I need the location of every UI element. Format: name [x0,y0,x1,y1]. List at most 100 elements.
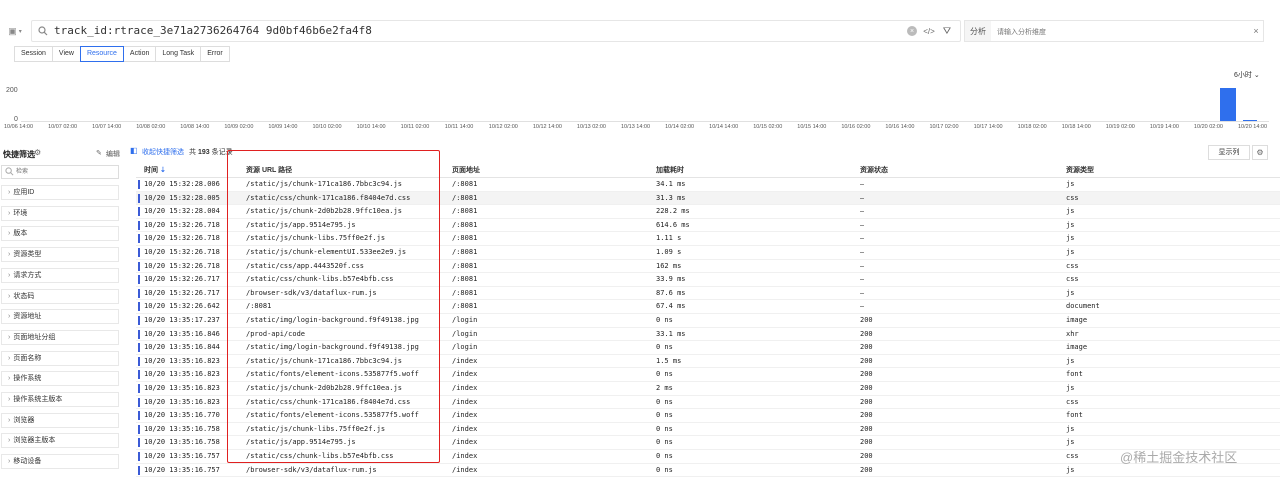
row-status-marker [138,370,140,380]
cell-duration: 0 ns [656,465,673,474]
facet-item[interactable]: › 操作系统主版本 [1,392,119,407]
facet-item[interactable]: › 请求方式 [1,267,119,283]
cell-status: — [860,248,865,256]
edit-button[interactable]: 编辑 [106,149,120,159]
histogram-bar[interactable] [1220,87,1236,121]
column-header-type[interactable]: 资源类型 [1066,164,1094,177]
x-tick-label: 10/14 14:00 [709,124,739,130]
clear-icon[interactable]: × [907,26,917,36]
cell-status: 200 [860,452,873,460]
analysis-clear-icon[interactable]: × [1251,25,1261,37]
tab-error[interactable]: Error [200,46,230,62]
column-header-time[interactable]: 时间 ⇣ [144,164,166,177]
tab-resource[interactable]: Resource [79,46,124,62]
chevron-right-icon: › [8,354,11,362]
facet-item[interactable]: › 环境 [1,205,119,221]
cell-time: 10/20 13:35:16.757 [144,452,220,460]
tab-action[interactable]: Action [122,46,157,62]
cell-status: 200 [860,356,873,365]
cell-page: /:8081 [452,193,478,202]
column-header-status[interactable]: 资源状态 [860,164,888,177]
sort-icon[interactable]: ⇣ [160,167,166,174]
facet-item[interactable]: › 页面地址分组 [1,329,119,345]
tab-session[interactable]: Session [14,46,53,62]
settings-icon[interactable]: ⚙ [1252,145,1268,160]
cell-status: 200 [860,424,873,433]
facet-item[interactable]: › 资源地址 [1,309,119,325]
chevron-right-icon: › [8,396,11,403]
facet-item[interactable]: › 状态码 [1,288,119,304]
histogram-bar[interactable] [1243,119,1257,121]
facet-label: 应用ID [13,189,35,196]
x-tick-label: 10/11 02:00 [400,124,430,130]
facet-item[interactable]: › 应用ID [1,185,119,200]
facet-item[interactable]: › 移动设备 [1,454,119,470]
cell-duration: 228.2 ms [656,207,690,216]
cell-duration: 0 ns [656,452,673,460]
cell-duration: 614.6 ms [656,220,690,229]
facet-item[interactable]: › 版本 [1,226,119,242]
cell-duration: 87.6 ms [656,288,686,297]
row-status-marker [138,248,140,257]
y-tick-label: 200 [6,87,18,94]
cell-page: /:8081 [452,288,478,297]
filter-search-input[interactable] [16,167,114,177]
facet-item[interactable]: › 浏览器 [1,412,119,428]
tab-long-task[interactable]: Long Task [155,46,202,62]
cell-page: /:8081 [452,275,478,284]
row-status-marker [138,329,140,339]
cell-page: /:8081 [452,220,478,229]
search-box[interactable]: track_id:rtrace_3e71a2736264764 9d0bf46b… [31,20,961,42]
code-icon[interactable]: </> [922,24,936,38]
facet-item[interactable]: › 资源类型 [1,247,119,263]
x-tick-label: 10/12 14:00 [532,124,562,130]
x-tick-label: 10/18 02:00 [1017,124,1047,130]
table-row[interactable]: 10/20 13:35:16.757/browser-sdk/v3/datafl… [136,464,1280,477]
cell-type: js [1066,356,1075,365]
column-header-page[interactable]: 页面地址 [452,164,480,177]
facet-label: 资源地址 [13,313,42,321]
row-status-marker [138,207,140,217]
cell-duration: 0 ns [656,438,673,447]
facet-label: 浏览器主版本 [13,437,56,445]
search-query-text[interactable]: track_id:rtrace_3e71a2736264764 9d0bf46b… [54,24,372,37]
analysis-label: 分析 [965,21,991,41]
cell-time: 10/20 15:32:28.004 [144,207,220,216]
cell-status: — [860,288,865,297]
analysis-box: 分析 × [964,20,1264,42]
column-header-time-label: 时间 [144,167,158,174]
row-status-marker [138,288,140,298]
cell-type: css [1066,275,1079,284]
cell-page: /index [452,397,478,406]
facet-item[interactable]: › 页面名称 [1,350,119,366]
count-prefix: 共 [189,149,196,156]
cell-page: /index [452,384,478,392]
cell-duration: 33.1 ms [656,329,686,338]
x-tick-label: 10/07 02:00 [48,124,78,130]
collapse-quick-filter-link[interactable]: 收起快捷筛选 [142,147,184,157]
tab-view[interactable]: View [51,46,81,62]
gear-icon[interactable]: ⚙ [34,148,41,157]
cell-duration: 1.5 ms [656,356,682,365]
column-header-duration[interactable]: 加载耗时 [656,164,684,177]
row-status-marker [138,397,140,407]
facet-item[interactable]: › 浏览器主版本 [1,433,119,449]
analysis-input[interactable] [995,22,1249,42]
cell-time: 10/20 15:32:26.717 [144,288,220,297]
time-range-select[interactable]: 6小时 ⌄ [1234,70,1260,80]
filter-icon[interactable]: ⛛ [940,24,954,38]
collapse-icon[interactable]: ◧ [130,146,138,155]
show-columns-button[interactable]: 显示列 [1208,145,1250,160]
x-tick-label: 10/18 14:00 [1061,124,1091,130]
x-axis-line [21,121,1269,122]
edit-icon[interactable]: ✎ [96,149,102,157]
facet-item[interactable]: › 操作系统 [1,371,119,387]
row-status-marker [138,411,140,421]
cell-time: 10/20 13:35:16.823 [144,370,220,379]
chevron-right-icon: › [8,375,11,383]
query-mode-icon[interactable]: ▣ ▾ [4,24,26,38]
cell-time: 10/20 15:32:26.717 [144,275,220,284]
cell-page: /login [452,343,478,352]
facet-label: 操作系统 [13,375,42,383]
time-histogram: 6小时 ⌄ 200 0 10/06 14:00 10/07 02:00 10/07 … [0,64,1280,136]
